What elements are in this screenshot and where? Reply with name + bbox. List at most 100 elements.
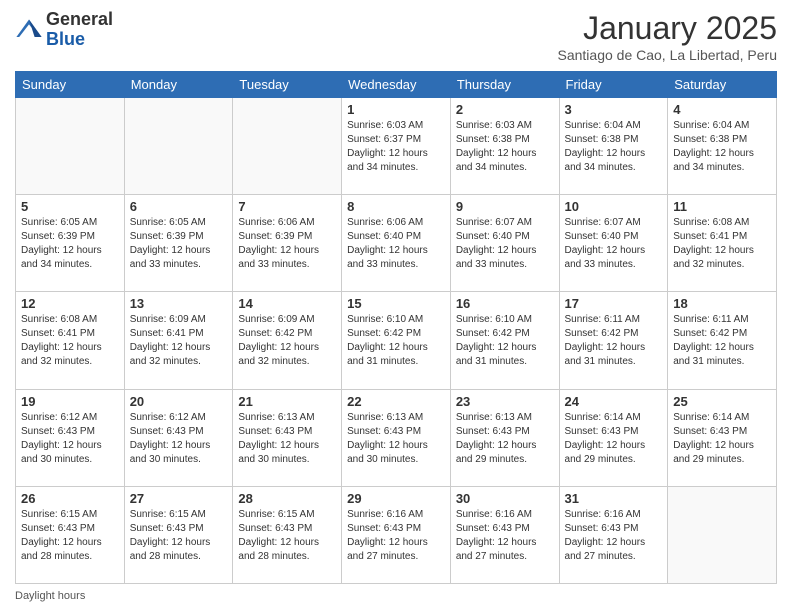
cell-content: Sunrise: 6:16 AM Sunset: 6:43 PM Dayligh… xyxy=(456,508,554,564)
calendar-week-row: 1 Sunrise: 6:03 AM Sunset: 6:37 PM Daylig… xyxy=(16,98,777,195)
day-number: 16 xyxy=(456,296,554,311)
cell-content: Sunrise: 6:13 AM Sunset: 6:43 PM Dayligh… xyxy=(347,411,445,467)
calendar-cell: 26 Sunrise: 6:15 AM Sunset: 6:43 PM Dayli… xyxy=(16,486,125,583)
calendar-week-row: 26 Sunrise: 6:15 AM Sunset: 6:43 PM Dayli… xyxy=(16,486,777,583)
day-number: 10 xyxy=(565,199,663,214)
day-number: 5 xyxy=(21,199,119,214)
calendar-cell: 8Sunrise: 6:06 AM Sunset: 6:40 PM Daylig… xyxy=(342,195,451,292)
calendar-cell: 29 Sunrise: 6:16 AM Sunset: 6:43 PM Dayli… xyxy=(342,486,451,583)
cell-content: Sunrise: 6:10 AM Sunset: 6:42 PM Dayligh… xyxy=(347,313,445,369)
calendar-cell: 12Sunrise: 6:08 AM Sunset: 6:41 PM Dayli… xyxy=(16,292,125,389)
calendar-cell: 13 Sunrise: 6:09 AM Sunset: 6:41 PM Dayli… xyxy=(124,292,233,389)
calendar-cell: 19 Sunrise: 6:12 AM Sunset: 6:43 PM Dayli… xyxy=(16,389,125,486)
day-number: 28 xyxy=(238,491,336,506)
calendar-cell: 16 Sunrise: 6:10 AM Sunset: 6:42 PM Dayli… xyxy=(450,292,559,389)
day-number: 30 xyxy=(456,491,554,506)
logo-blue: Blue xyxy=(46,30,113,50)
cell-content: Sunrise: 6:07 AM Sunset: 6:40 PM Dayligh… xyxy=(565,216,663,272)
day-number: 7 xyxy=(238,199,336,214)
cell-content: Sunrise: 6:15 AM Sunset: 6:43 PM Dayligh… xyxy=(130,508,228,564)
calendar-cell xyxy=(124,98,233,195)
title-block: January 2025 Santiago de Cao, La Liberta… xyxy=(558,10,778,63)
header: General Blue January 2025 Santiago de Ca… xyxy=(15,10,777,63)
cell-content: Sunrise: 6:11 AM Sunset: 6:42 PM Dayligh… xyxy=(673,313,771,369)
logo: General Blue xyxy=(15,10,113,50)
day-number: 11 xyxy=(673,199,771,214)
calendar-cell: 24 Sunrise: 6:14 AM Sunset: 6:43 PM Dayli… xyxy=(559,389,668,486)
day-number: 25 xyxy=(673,394,771,409)
calendar-cell: 15 Sunrise: 6:10 AM Sunset: 6:42 PM Dayli… xyxy=(342,292,451,389)
subtitle: Santiago de Cao, La Libertad, Peru xyxy=(558,47,778,63)
cell-content: Sunrise: 6:08 AM Sunset: 6:41 PM Dayligh… xyxy=(673,216,771,272)
calendar-cell: 23 Sunrise: 6:13 AM Sunset: 6:43 PM Dayli… xyxy=(450,389,559,486)
day-number: 22 xyxy=(347,394,445,409)
calendar-header-cell: Saturday xyxy=(668,72,777,98)
cell-content: Sunrise: 6:09 AM Sunset: 6:41 PM Dayligh… xyxy=(130,313,228,369)
calendar-cell: 20Sunrise: 6:12 AM Sunset: 6:43 PM Dayli… xyxy=(124,389,233,486)
cell-content: Sunrise: 6:06 AM Sunset: 6:39 PM Dayligh… xyxy=(238,216,336,272)
cell-content: Sunrise: 6:15 AM Sunset: 6:43 PM Dayligh… xyxy=(21,508,119,564)
cell-content: Sunrise: 6:04 AM Sunset: 6:38 PM Dayligh… xyxy=(565,119,663,175)
cell-content: Sunrise: 6:13 AM Sunset: 6:43 PM Dayligh… xyxy=(456,411,554,467)
calendar-header-cell: Sunday xyxy=(16,72,125,98)
cell-content: Sunrise: 6:05 AM Sunset: 6:39 PM Dayligh… xyxy=(21,216,119,272)
day-number: 24 xyxy=(565,394,663,409)
calendar-header-cell: Monday xyxy=(124,72,233,98)
cell-content: Sunrise: 6:14 AM Sunset: 6:43 PM Dayligh… xyxy=(673,411,771,467)
cell-content: Sunrise: 6:04 AM Sunset: 6:38 PM Dayligh… xyxy=(673,119,771,175)
calendar-header-row: SundayMondayTuesdayWednesdayThursdayFrid… xyxy=(16,72,777,98)
day-number: 18 xyxy=(673,296,771,311)
calendar-cell: 21Sunrise: 6:13 AM Sunset: 6:43 PM Dayli… xyxy=(233,389,342,486)
calendar-cell xyxy=(16,98,125,195)
calendar-week-row: 5 Sunrise: 6:05 AM Sunset: 6:39 PM Daylig… xyxy=(16,195,777,292)
cell-content: Sunrise: 6:07 AM Sunset: 6:40 PM Dayligh… xyxy=(456,216,554,272)
calendar-cell: 14 Sunrise: 6:09 AM Sunset: 6:42 PM Dayli… xyxy=(233,292,342,389)
cell-content: Sunrise: 6:09 AM Sunset: 6:42 PM Dayligh… xyxy=(238,313,336,369)
calendar-cell: 31Sunrise: 6:16 AM Sunset: 6:43 PM Dayli… xyxy=(559,486,668,583)
calendar-cell: 1 Sunrise: 6:03 AM Sunset: 6:37 PM Daylig… xyxy=(342,98,451,195)
calendar-cell: 28Sunrise: 6:15 AM Sunset: 6:43 PM Dayli… xyxy=(233,486,342,583)
day-number: 19 xyxy=(21,394,119,409)
footer: Daylight hours xyxy=(15,590,777,602)
cell-content: Sunrise: 6:13 AM Sunset: 6:43 PM Dayligh… xyxy=(238,411,336,467)
month-title: January 2025 xyxy=(558,10,778,47)
calendar-cell: 11 Sunrise: 6:08 AM Sunset: 6:41 PM Dayli… xyxy=(668,195,777,292)
cell-content: Sunrise: 6:05 AM Sunset: 6:39 PM Dayligh… xyxy=(130,216,228,272)
day-number: 1 xyxy=(347,102,445,117)
calendar-cell xyxy=(668,486,777,583)
cell-content: Sunrise: 6:14 AM Sunset: 6:43 PM Dayligh… xyxy=(565,411,663,467)
calendar-cell: 22 Sunrise: 6:13 AM Sunset: 6:43 PM Dayli… xyxy=(342,389,451,486)
cell-content: Sunrise: 6:08 AM Sunset: 6:41 PM Dayligh… xyxy=(21,313,119,369)
cell-content: Sunrise: 6:12 AM Sunset: 6:43 PM Dayligh… xyxy=(130,411,228,467)
calendar-cell: 6 Sunrise: 6:05 AM Sunset: 6:39 PM Daylig… xyxy=(124,195,233,292)
calendar-cell: 5 Sunrise: 6:05 AM Sunset: 6:39 PM Daylig… xyxy=(16,195,125,292)
day-number: 23 xyxy=(456,394,554,409)
daylight-label: Daylight hours xyxy=(15,590,85,602)
calendar-week-row: 19 Sunrise: 6:12 AM Sunset: 6:43 PM Dayli… xyxy=(16,389,777,486)
day-number: 4 xyxy=(673,102,771,117)
cell-content: Sunrise: 6:16 AM Sunset: 6:43 PM Dayligh… xyxy=(347,508,445,564)
day-number: 6 xyxy=(130,199,228,214)
day-number: 13 xyxy=(130,296,228,311)
calendar-cell: 7 Sunrise: 6:06 AM Sunset: 6:39 PM Daylig… xyxy=(233,195,342,292)
calendar-cell: 4 Sunrise: 6:04 AM Sunset: 6:38 PM Daylig… xyxy=(668,98,777,195)
calendar-cell: 25 Sunrise: 6:14 AM Sunset: 6:43 PM Dayli… xyxy=(668,389,777,486)
calendar-header-cell: Friday xyxy=(559,72,668,98)
calendar: SundayMondayTuesdayWednesdayThursdayFrid… xyxy=(15,71,777,584)
calendar-cell: 10 Sunrise: 6:07 AM Sunset: 6:40 PM Dayli… xyxy=(559,195,668,292)
day-number: 3 xyxy=(565,102,663,117)
calendar-cell: 27Sunrise: 6:15 AM Sunset: 6:43 PM Dayli… xyxy=(124,486,233,583)
cell-content: Sunrise: 6:03 AM Sunset: 6:37 PM Dayligh… xyxy=(347,119,445,175)
cell-content: Sunrise: 6:12 AM Sunset: 6:43 PM Dayligh… xyxy=(21,411,119,467)
day-number: 14 xyxy=(238,296,336,311)
cell-content: Sunrise: 6:10 AM Sunset: 6:42 PM Dayligh… xyxy=(456,313,554,369)
day-number: 29 xyxy=(347,491,445,506)
calendar-cell: 3 Sunrise: 6:04 AM Sunset: 6:38 PM Daylig… xyxy=(559,98,668,195)
cell-content: Sunrise: 6:11 AM Sunset: 6:42 PM Dayligh… xyxy=(565,313,663,369)
calendar-cell: 30 Sunrise: 6:16 AM Sunset: 6:43 PM Dayli… xyxy=(450,486,559,583)
logo-text: General Blue xyxy=(46,10,113,50)
calendar-cell: 18 Sunrise: 6:11 AM Sunset: 6:42 PM Dayli… xyxy=(668,292,777,389)
day-number: 15 xyxy=(347,296,445,311)
day-number: 26 xyxy=(21,491,119,506)
day-number: 31 xyxy=(565,491,663,506)
